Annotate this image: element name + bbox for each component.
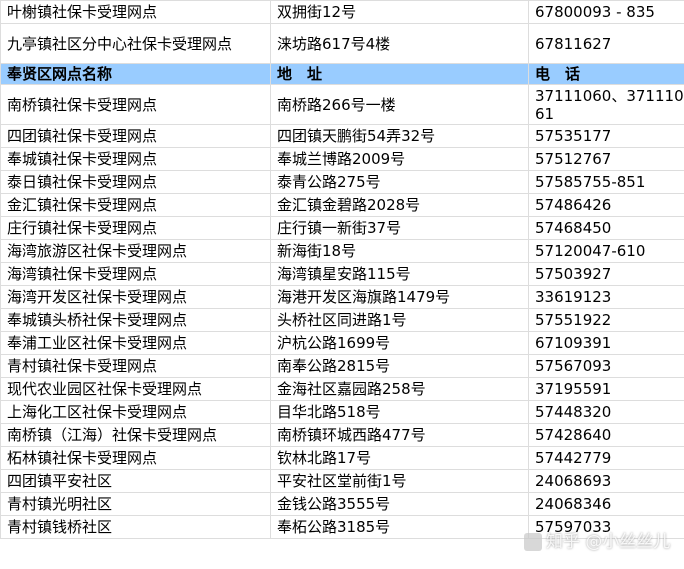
phone-cell: 57597033 bbox=[528, 515, 684, 539]
name-cell: 青村镇光明社区 bbox=[0, 492, 271, 516]
name-cell: 南桥镇（江海）社保卡受理网点 bbox=[0, 423, 271, 447]
address-cell: 海湾镇星安路115号 bbox=[270, 262, 529, 286]
table-row: 柘林镇社保卡受理网点 钦林北路17号 57442779 bbox=[0, 446, 684, 470]
name-cell: 奉城镇社保卡受理网点 bbox=[0, 147, 271, 171]
phone-cell: 57486426 bbox=[528, 193, 684, 217]
table-row: 青村镇社保卡受理网点 南奉公路2815号 57567093 bbox=[0, 354, 684, 378]
address-cell: 泰青公路275号 bbox=[270, 170, 529, 194]
name-cell: 九亭镇社区分中心社保卡受理网点 bbox=[0, 23, 271, 64]
table-row: 庄行镇社保卡受理网点 庄行镇一新街37号 57468450 bbox=[0, 216, 684, 240]
address-cell: 奉城兰博路2009号 bbox=[270, 147, 529, 171]
phone-cell: 67800093 - 835 bbox=[528, 0, 684, 24]
phone-cell: 24068346 bbox=[528, 492, 684, 516]
address-cell: 平安社区堂前街1号 bbox=[270, 469, 529, 493]
table-row: 奉城镇头桥社保卡受理网点 头桥社区同进路1号 57551922 bbox=[0, 308, 684, 332]
table-row: 泰日镇社保卡受理网点 泰青公路275号 57585755-851 bbox=[0, 170, 684, 194]
phone-cell: 57512767 bbox=[528, 147, 684, 171]
table-row: 海湾镇社保卡受理网点 海湾镇星安路115号 57503927 bbox=[0, 262, 684, 286]
header-phone: 电 话 bbox=[528, 63, 684, 85]
section-header-row: 奉贤区网点名称 地 址 电 话 bbox=[0, 63, 684, 85]
name-cell: 海湾开发区社保卡受理网点 bbox=[0, 285, 271, 309]
address-cell: 头桥社区同进路1号 bbox=[270, 308, 529, 332]
address-cell: 双拥街12号 bbox=[270, 0, 529, 24]
name-cell: 柘林镇社保卡受理网点 bbox=[0, 446, 271, 470]
name-cell: 青村镇社保卡受理网点 bbox=[0, 354, 271, 378]
table-row: 叶榭镇社保卡受理网点 双拥街12号 67800093 - 835 bbox=[0, 0, 684, 24]
phone-cell: 57585755-851 bbox=[528, 170, 684, 194]
phone-cell: 57448320 bbox=[528, 400, 684, 424]
address-cell: 新海街18号 bbox=[270, 239, 529, 263]
service-point-table: 叶榭镇社保卡受理网点 双拥街12号 67800093 - 835 九亭镇社区分中… bbox=[0, 0, 684, 539]
header-name: 奉贤区网点名称 bbox=[0, 63, 271, 85]
phone-cell: 57468450 bbox=[528, 216, 684, 240]
address-cell: 金海社区嘉园路258号 bbox=[270, 377, 529, 401]
header-address: 地 址 bbox=[270, 63, 529, 85]
table-row: 海湾开发区社保卡受理网点 海港开发区海旗路1479号 33619123 bbox=[0, 285, 684, 309]
phone-cell: 24068693 bbox=[528, 469, 684, 493]
address-cell: 目华北路518号 bbox=[270, 400, 529, 424]
table-row: 九亭镇社区分中心社保卡受理网点 涞坊路617号4楼 67811627 bbox=[0, 23, 684, 64]
table-row: 青村镇光明社区 金钱公路3555号 24068346 bbox=[0, 492, 684, 516]
table-row: 南桥镇（江海）社保卡受理网点 南桥镇环城西路477号 57428640 bbox=[0, 423, 684, 447]
address-cell: 南奉公路2815号 bbox=[270, 354, 529, 378]
address-cell: 钦林北路17号 bbox=[270, 446, 529, 470]
name-cell: 青村镇钱桥社区 bbox=[0, 515, 271, 539]
table-row: 四团镇平安社区 平安社区堂前街1号 24068693 bbox=[0, 469, 684, 493]
name-cell: 四团镇平安社区 bbox=[0, 469, 271, 493]
phone-cell: 67811627 bbox=[528, 23, 684, 64]
address-cell: 涞坊路617号4楼 bbox=[270, 23, 529, 64]
name-cell: 泰日镇社保卡受理网点 bbox=[0, 170, 271, 194]
table-row: 青村镇钱桥社区 奉柘公路3185号 57597033 bbox=[0, 515, 684, 539]
phone-cell: 57428640 bbox=[528, 423, 684, 447]
address-cell: 庄行镇一新街37号 bbox=[270, 216, 529, 240]
address-cell: 四团镇天鹏街54弄32号 bbox=[270, 124, 529, 148]
name-cell: 现代农业园区社保卡受理网点 bbox=[0, 377, 271, 401]
address-cell: 海港开发区海旗路1479号 bbox=[270, 285, 529, 309]
address-cell: 金汇镇金碧路2028号 bbox=[270, 193, 529, 217]
name-cell: 南桥镇社保卡受理网点 bbox=[0, 84, 271, 125]
phone-cell: 57503927 bbox=[528, 262, 684, 286]
address-cell: 沪杭公路1699号 bbox=[270, 331, 529, 355]
phone-cell: 57567093 bbox=[528, 354, 684, 378]
name-cell: 奉城镇头桥社保卡受理网点 bbox=[0, 308, 271, 332]
phone-cell: 37195591 bbox=[528, 377, 684, 401]
table-row: 南桥镇社保卡受理网点 南桥路266号一楼 37111060、37111061 bbox=[0, 84, 684, 125]
table-row: 奉浦工业区社保卡受理网点 沪杭公路1699号 67109391 bbox=[0, 331, 684, 355]
name-cell: 海湾旅游区社保卡受理网点 bbox=[0, 239, 271, 263]
name-cell: 奉浦工业区社保卡受理网点 bbox=[0, 331, 271, 355]
phone-cell: 57120047-610 bbox=[528, 239, 684, 263]
address-cell: 南桥路266号一楼 bbox=[270, 84, 529, 125]
phone-cell: 33619123 bbox=[528, 285, 684, 309]
phone-cell: 57551922 bbox=[528, 308, 684, 332]
name-cell: 四团镇社保卡受理网点 bbox=[0, 124, 271, 148]
phone-cell: 67109391 bbox=[528, 331, 684, 355]
table-row: 金汇镇社保卡受理网点 金汇镇金碧路2028号 57486426 bbox=[0, 193, 684, 217]
address-cell: 南桥镇环城西路477号 bbox=[270, 423, 529, 447]
address-cell: 奉柘公路3185号 bbox=[270, 515, 529, 539]
name-cell: 庄行镇社保卡受理网点 bbox=[0, 216, 271, 240]
address-cell: 金钱公路3555号 bbox=[270, 492, 529, 516]
name-cell: 上海化工区社保卡受理网点 bbox=[0, 400, 271, 424]
name-cell: 海湾镇社保卡受理网点 bbox=[0, 262, 271, 286]
table-row: 海湾旅游区社保卡受理网点 新海街18号 57120047-610 bbox=[0, 239, 684, 263]
phone-cell: 57535177 bbox=[528, 124, 684, 148]
name-cell: 金汇镇社保卡受理网点 bbox=[0, 193, 271, 217]
phone-cell: 57442779 bbox=[528, 446, 684, 470]
name-cell: 叶榭镇社保卡受理网点 bbox=[0, 0, 271, 24]
table-row: 四团镇社保卡受理网点 四团镇天鹏街54弄32号 57535177 bbox=[0, 124, 684, 148]
table-row: 上海化工区社保卡受理网点 目华北路518号 57448320 bbox=[0, 400, 684, 424]
phone-cell: 37111060、37111061 bbox=[528, 84, 684, 125]
table-row: 奉城镇社保卡受理网点 奉城兰博路2009号 57512767 bbox=[0, 147, 684, 171]
table-row: 现代农业园区社保卡受理网点 金海社区嘉园路258号 37195591 bbox=[0, 377, 684, 401]
